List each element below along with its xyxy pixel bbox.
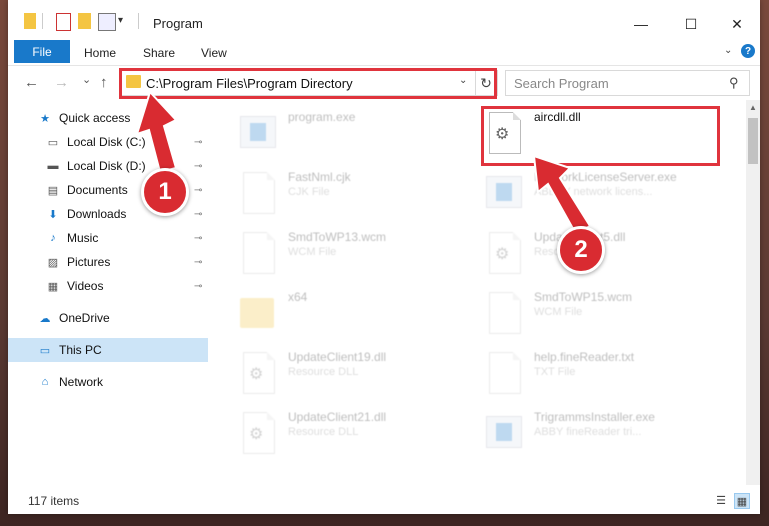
step-1-badge: 1 — [141, 168, 189, 216]
annotation-arrows — [135, 90, 592, 236]
step-2-badge: 2 — [557, 226, 605, 274]
arrow-1 — [135, 90, 178, 174]
arrow-2 — [532, 154, 592, 236]
